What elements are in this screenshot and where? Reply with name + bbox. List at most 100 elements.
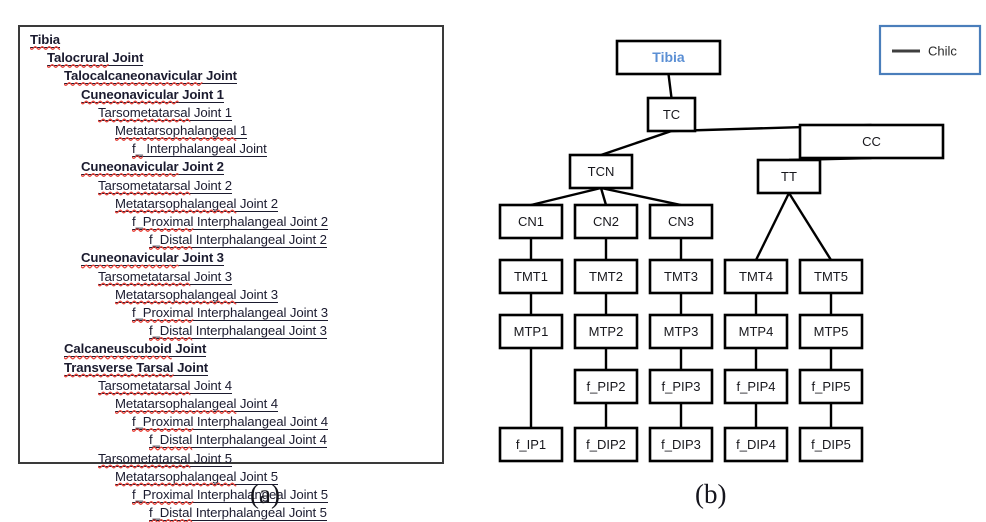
outline-item-suffix: Interphalangeal Joint 3 bbox=[192, 323, 327, 339]
spellcheck-underlined-term: f_Proximal bbox=[132, 214, 194, 230]
outline-item-suffix: Joint 2 bbox=[190, 177, 233, 193]
graph-node-f_dip5[interactable]: f_DIP5 bbox=[798, 426, 864, 463]
outline-item-text: Talocrural Joint bbox=[47, 50, 144, 67]
node-label: Tibia bbox=[652, 49, 685, 65]
outline-item-text: f_Distal Interphalangeal Joint 3 bbox=[149, 323, 327, 340]
outline-item: Talocrural Joint bbox=[30, 49, 438, 67]
node-label: MTP5 bbox=[814, 324, 849, 339]
outline-item-text: Metatarsophalangeal Joint 3 bbox=[115, 286, 278, 303]
node-label: MTP1 bbox=[514, 324, 549, 339]
graph-node-f_dip3[interactable]: f_DIP3 bbox=[648, 426, 714, 463]
outline-item: f_Distal Interphalangeal Joint 5 bbox=[30, 504, 438, 522]
node-label: TMT3 bbox=[664, 269, 698, 284]
node-label: f_DIP3 bbox=[661, 437, 701, 452]
spellcheck-underlined-term: Tarsometatarsal bbox=[98, 377, 191, 393]
graph-node-tc[interactable]: TC bbox=[646, 96, 697, 133]
graph-node-f_pip4[interactable]: f_PIP4 bbox=[723, 368, 789, 405]
outline-item-text: Tarsometatarsal Joint 5 bbox=[98, 450, 232, 467]
graph-node-tmt2[interactable]: TMT2 bbox=[573, 258, 639, 295]
outline-item: Tarsometatarsal Joint 4 bbox=[30, 377, 438, 395]
graph-node-tmt4[interactable]: TMT4 bbox=[723, 258, 789, 295]
spellcheck-underlined-term: f_Distal bbox=[149, 232, 193, 248]
graph-node-f_dip2[interactable]: f_DIP2 bbox=[573, 426, 639, 463]
outline-item-text: Cuneonavicular Joint 3 bbox=[81, 250, 224, 267]
outline-item: Metatarsophalangeal 1 bbox=[30, 122, 438, 140]
spellcheck-underlined-term: Tarsometatarsal bbox=[98, 104, 191, 120]
node-label: MTP4 bbox=[739, 324, 774, 339]
spellcheck-underlined-term: Tarsometatarsal bbox=[98, 450, 191, 466]
outline-item-text: f_ Interphalangeal Joint bbox=[132, 141, 267, 158]
outline-item: Tarsometatarsal Joint 3 bbox=[30, 268, 438, 286]
graph-node-f_pip3[interactable]: f_PIP3 bbox=[648, 368, 714, 405]
spellcheck-underlined-term: f_ bbox=[132, 141, 143, 157]
spellcheck-underlined-term: Cuneonavicular bbox=[81, 86, 179, 102]
graph-node-mtp5[interactable]: MTP5 bbox=[798, 313, 864, 350]
graph-node-tcn[interactable]: TCN bbox=[568, 153, 634, 190]
spellcheck-underlined-term: Metatarsophalangeal bbox=[115, 468, 237, 484]
node-label: f_PIP4 bbox=[736, 379, 775, 394]
outline-item-text: Metatarsophalangeal 1 bbox=[115, 123, 247, 140]
outline-item-suffix: Joint 3 bbox=[190, 268, 233, 284]
outline-item-suffix: Joint 1 bbox=[178, 86, 224, 102]
outline-item: f_Distal Interphalangeal Joint 4 bbox=[30, 431, 438, 449]
outline-item-text: Cuneonavicular Joint 2 bbox=[81, 159, 224, 176]
outline-item-suffix: Joint 2 bbox=[236, 195, 278, 211]
outline-item-text: Metatarsophalangeal Joint 4 bbox=[115, 396, 278, 413]
graph-node-f_pip2[interactable]: f_PIP2 bbox=[573, 368, 639, 405]
caption-b: (b) bbox=[695, 479, 727, 509]
spellcheck-underlined-term: f_Distal bbox=[149, 432, 193, 448]
graph-node-tibia[interactable]: Tibia bbox=[615, 39, 722, 76]
outline-item-text: Tarsometatarsal Joint 3 bbox=[98, 268, 233, 285]
outline-item-suffix: Interphalangeal Joint 4 bbox=[193, 414, 329, 430]
graph-node-tmt1[interactable]: TMT1 bbox=[498, 258, 564, 295]
spellcheck-underlined-term: Cuneonavicular bbox=[81, 250, 179, 266]
spellcheck-underlined-term: Calcaneuscuboid bbox=[64, 341, 172, 357]
graph-node-mtp1[interactable]: MTP1 bbox=[498, 313, 564, 350]
graph-node-f_ip1[interactable]: f_IP1 bbox=[498, 426, 564, 463]
outline-item-text: Talocalcaneonavicular Joint bbox=[64, 68, 237, 85]
graph-edge bbox=[600, 129, 672, 157]
node-label: f_PIP5 bbox=[811, 379, 850, 394]
node-label: MTP3 bbox=[664, 324, 699, 339]
graph-node-f_pip5[interactable]: f_PIP5 bbox=[798, 368, 864, 405]
graph-node-mtp4[interactable]: MTP4 bbox=[723, 313, 789, 350]
node-label: CN2 bbox=[593, 214, 619, 229]
outline-item: f_Distal Interphalangeal Joint 3 bbox=[30, 322, 438, 340]
outline-item: Tarsometatarsal Joint 5 bbox=[30, 450, 438, 468]
outline-item-suffix: Joint 4 bbox=[236, 396, 278, 412]
graph-node-cn1[interactable]: CN1 bbox=[498, 203, 564, 240]
graph-node-f_dip4[interactable]: f_DIP4 bbox=[723, 426, 789, 463]
outline-item: Metatarsophalangeal Joint 2 bbox=[30, 195, 438, 213]
outline-item-suffix: Joint bbox=[108, 50, 144, 66]
outline-item-text: f_Proximal Interphalangeal Joint 5 bbox=[132, 487, 328, 504]
graph-node-cn3[interactable]: CN3 bbox=[648, 203, 714, 240]
outline-item: f_Distal Interphalangeal Joint 2 bbox=[30, 231, 438, 249]
graph-node-cn2[interactable]: CN2 bbox=[573, 203, 639, 240]
graph-node-tmt3[interactable]: TMT3 bbox=[648, 258, 714, 295]
spellcheck-underlined-term: f_Proximal bbox=[132, 487, 194, 503]
caption-a: (a) bbox=[250, 479, 280, 509]
node-label: f_PIP2 bbox=[586, 379, 625, 394]
outline-item-text: Cuneonavicular Joint 1 bbox=[81, 86, 224, 103]
graph-node-mtp2[interactable]: MTP2 bbox=[573, 313, 639, 350]
graph-edge bbox=[530, 186, 602, 207]
outline-item: Tarsometatarsal Joint 1 bbox=[30, 104, 438, 122]
outline-item-text: Tarsometatarsal Joint 1 bbox=[98, 104, 232, 121]
spellcheck-underlined-term: Talocalcaneonavicular bbox=[64, 68, 203, 84]
node-label: TMT1 bbox=[514, 269, 548, 284]
spellcheck-underlined-term: Cuneonavicular bbox=[81, 159, 179, 175]
graph-node-tmt5[interactable]: TMT5 bbox=[798, 258, 864, 295]
legend-label: Chilc bbox=[928, 43, 957, 58]
outline-item-suffix: Joint 2 bbox=[178, 159, 224, 175]
node-label: f_IP1 bbox=[516, 437, 546, 452]
spellcheck-underlined-term: Metatarsophalangeal bbox=[115, 396, 237, 412]
outline-item-suffix: Interphalangeal Joint 4 bbox=[192, 432, 327, 448]
outline-item: f_Proximal Interphalangeal Joint 2 bbox=[30, 213, 438, 231]
graph-node-cc[interactable]: CC bbox=[798, 123, 945, 160]
spellcheck-underlined-term: f_Proximal bbox=[132, 414, 194, 430]
graph-node-mtp3[interactable]: MTP3 bbox=[648, 313, 714, 350]
graph-node-tt[interactable]: TT bbox=[756, 158, 822, 195]
outline-item-suffix: Joint bbox=[173, 359, 209, 375]
outline-item-suffix: Interphalangeal Joint 2 bbox=[193, 214, 329, 230]
node-label: TC bbox=[663, 107, 680, 122]
